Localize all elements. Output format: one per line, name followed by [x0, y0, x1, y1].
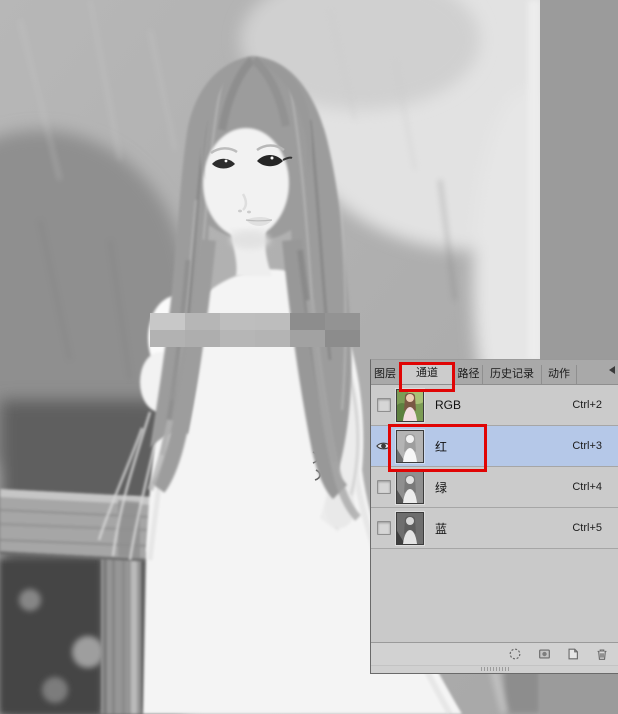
panel-collapse-arrow-icon[interactable] [609, 366, 615, 374]
channel-name: 绿 [435, 480, 448, 495]
channel-row-red[interactable]: 红 Ctrl+3 [371, 426, 618, 467]
censor-block [220, 313, 255, 330]
channel-shortcut: Ctrl+2 [572, 399, 602, 411]
channel-thumbnail-red [396, 429, 424, 463]
censor-block [255, 313, 290, 330]
tab-label: 图层 [374, 368, 396, 380]
censor-block [290, 330, 325, 347]
tab-actions[interactable]: 动作 [542, 365, 577, 384]
channel-shortcut: Ctrl+3 [572, 440, 602, 452]
channel-name: 蓝 [435, 521, 448, 536]
panel-tab-bar: 图层 通道 路径 历史记录 动作 [371, 360, 618, 385]
panel-footer [371, 642, 618, 665]
channel-thumbnail-rgb [396, 388, 424, 422]
visibility-toggle[interactable] [371, 398, 396, 412]
trash-icon [597, 648, 607, 660]
new-channel-button[interactable] [565, 646, 581, 662]
channel-shortcut: Ctrl+5 [572, 522, 602, 534]
visibility-checkbox[interactable] [376, 398, 391, 412]
channel-row-blue[interactable]: 蓝 Ctrl+5 [371, 508, 618, 549]
channel-name: 红 [435, 439, 448, 454]
censor-block [325, 313, 360, 330]
visibility-toggle[interactable] [371, 480, 396, 494]
channel-name: RGB [435, 398, 462, 412]
tab-paths[interactable]: 路径 [455, 365, 483, 384]
censor-block [325, 330, 360, 347]
panel-empty-area [371, 549, 618, 642]
panel-resize-grip[interactable] [371, 665, 618, 673]
tab-channels[interactable]: 通道 [400, 362, 455, 384]
tab-layers[interactable]: 图层 [371, 365, 400, 384]
censor-block [185, 313, 220, 330]
censor-block [150, 330, 185, 347]
dashed-circle-icon [509, 648, 521, 660]
censor-block [185, 330, 220, 347]
tab-history[interactable]: 历史记录 [483, 365, 542, 384]
save-selection-as-channel-button[interactable] [536, 646, 552, 662]
censor-block [255, 330, 290, 347]
censor-mosaic [150, 313, 360, 347]
screenshot-root: 图层 通道 路径 历史记录 动作 RGB Ctrl+2 红 Ctrl+3 绿 C… [0, 0, 618, 714]
channel-shortcut: Ctrl+4 [572, 481, 602, 493]
channel-row-rgb[interactable]: RGB Ctrl+2 [371, 385, 618, 426]
visibility-checkbox[interactable] [376, 521, 391, 535]
delete-channel-button[interactable] [594, 646, 610, 662]
visibility-toggle[interactable] [371, 521, 396, 535]
channel-thumbnail-blue [396, 511, 424, 545]
visibility-checkbox[interactable] [376, 480, 391, 494]
new-page-icon [568, 648, 578, 660]
tab-label: 通道 [416, 367, 438, 379]
visibility-toggle[interactable] [371, 441, 396, 451]
tab-label: 历史记录 [490, 368, 534, 380]
channel-row-green[interactable]: 绿 Ctrl+4 [371, 467, 618, 508]
tab-label: 路径 [457, 368, 480, 380]
tab-label: 动作 [548, 368, 570, 380]
load-selection-button[interactable] [507, 646, 523, 662]
mask-square-icon [538, 649, 550, 659]
eye-icon [376, 442, 391, 450]
censor-block [220, 330, 255, 347]
channels-panel: 图层 通道 路径 历史记录 动作 RGB Ctrl+2 红 Ctrl+3 绿 C… [370, 359, 618, 674]
censor-block [290, 313, 325, 330]
censor-block [150, 313, 185, 330]
channel-thumbnail-green [396, 470, 424, 504]
